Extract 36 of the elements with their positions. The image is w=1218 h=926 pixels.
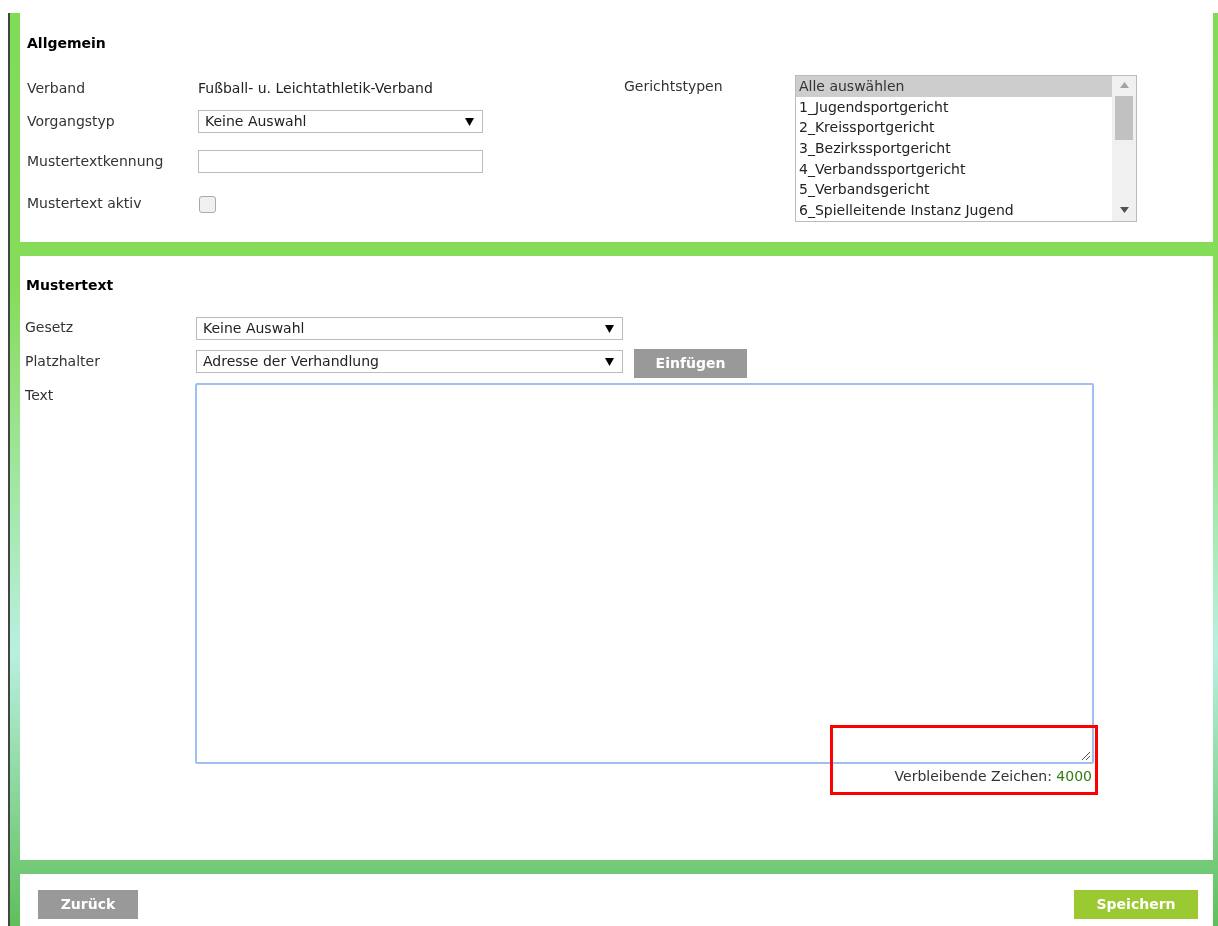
dropdown-value: Keine Auswahl [203, 319, 305, 338]
dropdown-value: Keine Auswahl [205, 112, 307, 131]
list-item[interactable]: 5_Verbandsgericht [796, 179, 1112, 201]
list-item[interactable]: 4_Verbandssportgericht [796, 158, 1112, 180]
list-item[interactable]: 2_Kreissportgericht [796, 117, 1112, 139]
list-item[interactable]: 1_Jugendsportgericht [796, 96, 1112, 118]
field-label: Platzhalter [25, 352, 100, 371]
section-title: Allgemein [27, 34, 106, 53]
field-value: Fußball- u. Leichtathletik-Verband [198, 79, 433, 98]
scroll-up-icon[interactable] [1119, 82, 1129, 88]
dropdown[interactable]: Keine Auswahl [198, 110, 483, 133]
list-item[interactable]: 6_Spielleitende Instanz Jugend [796, 200, 1112, 221]
field-label: Gesetz [25, 318, 74, 337]
scroll-thumb[interactable] [1115, 95, 1133, 140]
resize-grip-icon[interactable] [1081, 751, 1091, 761]
section-title: Mustertext [26, 276, 114, 295]
list-box[interactable]: Alle auswählen 1_Jugendsportgericht 2_Kreissportgericht 3_Bezirkssportgericht 4_Verbandssportgericht 5_Verbandsgericht 6_Spielleitende Instanz Jugend [795, 75, 1137, 222]
list-item[interactable]: Alle auswählen [796, 76, 1112, 97]
dropdown[interactable]: Adresse der Verhandlung [196, 350, 623, 373]
dropdown[interactable]: Keine Auswahl [196, 317, 623, 340]
dropdown-arrow-icon [605, 324, 614, 333]
checkbox[interactable] [199, 196, 216, 213]
list-item[interactable]: 3_Bezirkssportgericht [796, 138, 1112, 159]
field-label: Gerichtstypen [624, 77, 723, 96]
field-label: Verband [27, 79, 86, 98]
dropdown-arrow-icon [465, 117, 474, 126]
character-counter: Verbleibende Zeichen: 4000 [894, 767, 1092, 786]
field-label: Mustertext aktiv [27, 194, 142, 213]
dropdown-value: Adresse der Verhandlung [203, 352, 379, 371]
scroll-down-icon[interactable] [1119, 207, 1129, 213]
field-label: Vorgangstyp [27, 112, 115, 131]
text-input[interactable] [198, 150, 483, 173]
scrollbar[interactable] [1112, 76, 1136, 221]
field-label: Text [25, 386, 54, 405]
dropdown-arrow-icon [605, 357, 614, 366]
field-label: Mustertextkennung [27, 152, 164, 171]
